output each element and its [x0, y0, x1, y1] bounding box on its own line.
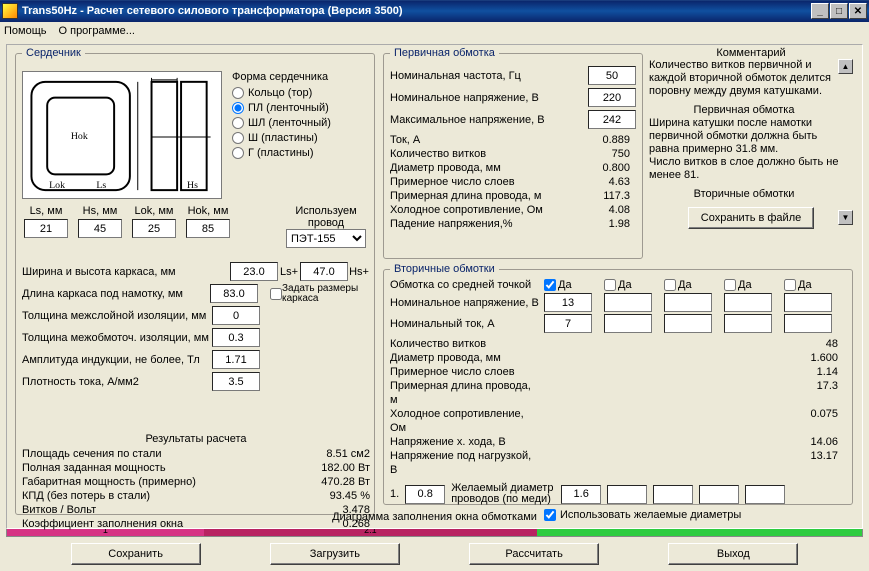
bottom-buttons: Сохранить Загрузить Рассчитать Выход	[6, 537, 863, 565]
menu-help[interactable]: Помощь	[4, 25, 47, 37]
input-prim-vmax[interactable]	[588, 110, 636, 129]
input-interwind[interactable]	[212, 328, 260, 347]
input-wanted-n[interactable]	[405, 485, 445, 504]
exit-button[interactable]: Выход	[668, 543, 798, 565]
input-sec-curr4[interactable]	[724, 314, 772, 333]
window-title: Trans50Hz - Расчет сетевого силового тра…	[22, 5, 811, 17]
input-sec-curr5[interactable]	[784, 314, 832, 333]
input-sec-curr2[interactable]	[604, 314, 652, 333]
input-induction[interactable]	[212, 350, 260, 369]
dimensions-row: Ls, мм Hs, мм Lok, мм Hok, мм	[22, 205, 232, 238]
close-button[interactable]: ✕	[849, 3, 867, 19]
core-form-label: Форма сердечника	[232, 71, 368, 83]
comment-scroll-up[interactable]: ▲	[838, 59, 853, 74]
menu-about[interactable]: О программе...	[59, 25, 135, 37]
input-frame-w[interactable]	[230, 262, 278, 281]
primary-legend: Первичная обмотка	[390, 47, 499, 59]
svg-text:Ls: Ls	[96, 180, 106, 191]
input-sec-volt2[interactable]	[604, 293, 652, 312]
diagram-legend: Диаграмма заполнения окна обмотками	[6, 511, 863, 523]
input-frame-len[interactable]	[210, 284, 258, 303]
minimize-button[interactable]: _	[811, 3, 829, 19]
input-sec-curr3[interactable]	[664, 314, 712, 333]
input-sec-volt3[interactable]	[664, 293, 712, 312]
input-sec-volt1[interactable]	[544, 293, 592, 312]
window-controls: _ □ ✕	[811, 3, 867, 19]
title-bar: Trans50Hz - Расчет сетевого силового тра…	[0, 0, 869, 22]
comment-group: Комментарий ▲ ▼ Количество витков первич…	[649, 47, 853, 259]
input-prim-volt[interactable]	[588, 88, 636, 107]
input-hok[interactable]	[186, 219, 230, 238]
save-button[interactable]: Сохранить	[71, 543, 201, 565]
input-sec-volt4[interactable]	[724, 293, 772, 312]
radio-shl[interactable]	[232, 117, 244, 129]
input-lok[interactable]	[132, 219, 176, 238]
input-wanted-d3[interactable]	[653, 485, 693, 504]
wire-select[interactable]: ПЭТ-155	[286, 229, 366, 248]
svg-text:Hok: Hok	[71, 131, 88, 142]
radio-g[interactable]	[232, 147, 244, 159]
input-wanted-d5[interactable]	[745, 485, 785, 504]
maximize-button[interactable]: □	[830, 3, 848, 19]
load-button[interactable]: Загрузить	[270, 543, 400, 565]
svg-text:Hs: Hs	[187, 180, 198, 191]
radio-ring[interactable]	[232, 87, 244, 99]
chk-sec2[interactable]	[604, 279, 616, 291]
save-comment-button[interactable]: Сохранить в файле	[688, 207, 814, 229]
menu-bar: Помощь О программе...	[0, 22, 869, 40]
comment-text: Количество витков первичной и каждой вто…	[649, 59, 853, 201]
input-frame-h[interactable]	[300, 262, 348, 281]
secondary-group: Вторичные обмотки Обмотка со средней точ…	[383, 263, 853, 505]
core-diagram: Hok Lok Ls Hs	[22, 71, 222, 199]
chk-sec4[interactable]	[724, 279, 736, 291]
primary-group: Первичная обмотка Номинальная частота, Г…	[383, 47, 643, 259]
core-params: Ширина и высота каркаса, мм Ls+ Hs+ Длин…	[22, 259, 370, 394]
app-icon	[2, 3, 18, 19]
input-hs[interactable]	[78, 219, 122, 238]
chk-set-frame[interactable]	[270, 288, 282, 300]
svg-text:Lok: Lok	[49, 180, 65, 191]
core-legend: Сердечник	[22, 47, 85, 59]
input-ls[interactable]	[24, 219, 68, 238]
chk-sec1[interactable]	[544, 279, 556, 291]
wire-select-block: Используем провод ПЭТ-155	[286, 205, 366, 248]
calc-button[interactable]: Рассчитать	[469, 543, 599, 565]
input-density[interactable]	[212, 372, 260, 391]
input-sec-curr1[interactable]	[544, 314, 592, 333]
input-interlayer[interactable]	[212, 306, 260, 325]
secondary-legend: Вторичные обмотки	[390, 263, 499, 275]
radio-sh[interactable]	[232, 132, 244, 144]
input-freq[interactable]	[588, 66, 636, 85]
core-group: Сердечник Hok Lok Ls Hs Форма сердечника…	[15, 47, 375, 515]
chk-sec3[interactable]	[664, 279, 676, 291]
radio-pl[interactable]	[232, 102, 244, 114]
input-wanted-d1[interactable]	[561, 485, 601, 504]
comment-scroll-down[interactable]: ▼	[838, 210, 853, 225]
core-form-radios: Форма сердечника Кольцо (тор) ПЛ (ленточ…	[232, 71, 368, 162]
input-wanted-d4[interactable]	[699, 485, 739, 504]
chk-sec5[interactable]	[784, 279, 796, 291]
input-sec-volt5[interactable]	[784, 293, 832, 312]
input-wanted-d2[interactable]	[607, 485, 647, 504]
